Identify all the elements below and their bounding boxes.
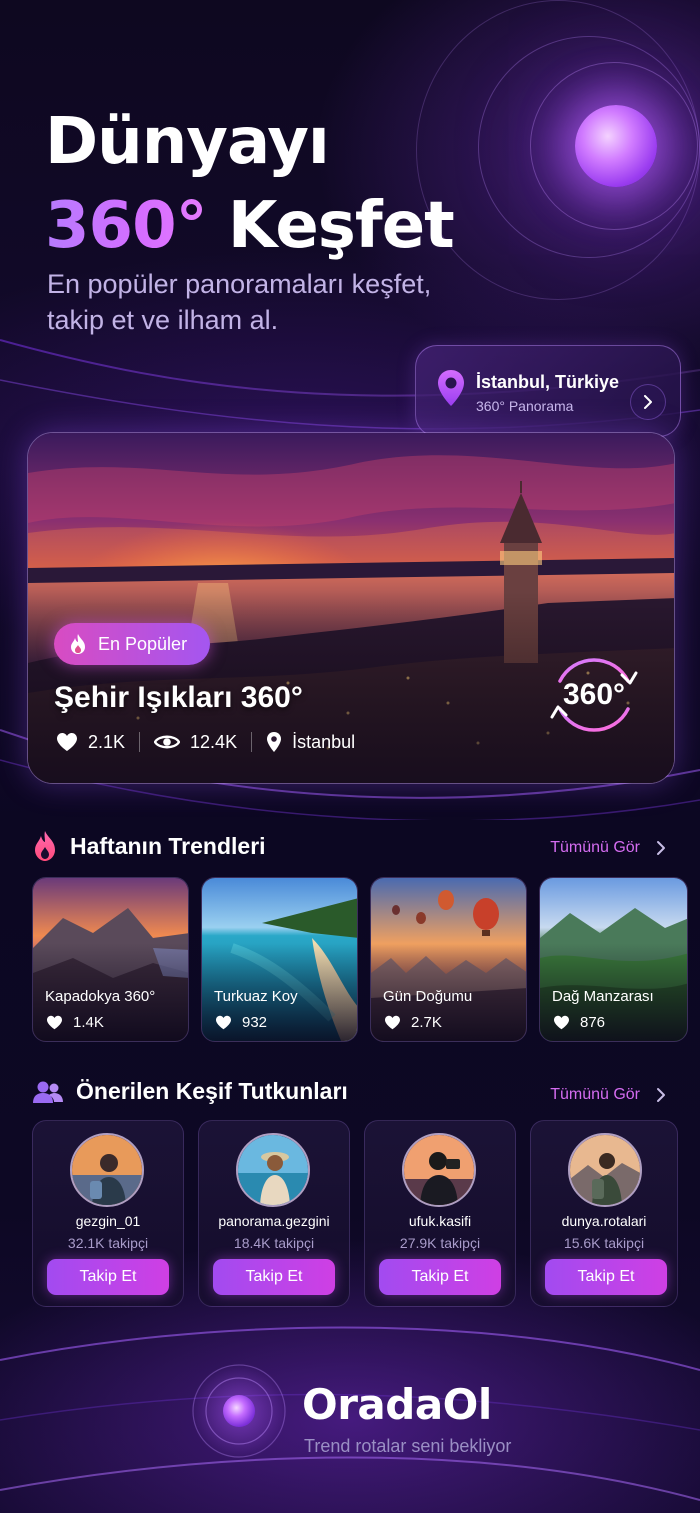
follow-button[interactable]: Takip Et <box>47 1259 169 1295</box>
brand-name: OradaOl <box>302 1380 492 1429</box>
user-card[interactable]: panorama.gezgini 18.4K takipçi Takip Et <box>198 1120 350 1307</box>
hero-title-line1: Dünyayı <box>45 105 330 179</box>
trend-card-cappadocia[interactable]: Kapadokya 360° 1.4K <box>32 877 189 1042</box>
follower-count: 18.4K takipçi <box>233 1235 315 1251</box>
follower-count: 15.6K takipçi <box>563 1235 645 1251</box>
username: dunya.rotalari <box>561 1213 647 1229</box>
users-see-all-link[interactable]: Tümünü Gör <box>550 1086 666 1104</box>
hero-orb <box>575 105 657 187</box>
flame-icon <box>71 634 85 654</box>
trend-name: Kapadokya 360° <box>45 988 156 1005</box>
featured-place: İstanbul <box>292 731 356 752</box>
featured-views: 12.4K <box>190 731 238 752</box>
heart-icon <box>57 733 77 751</box>
trend-likes-count: 1.4K <box>73 1014 104 1031</box>
hero-subtitle: En popüler panoramaları keşfet, takip et… <box>47 269 432 335</box>
follower-count: 32.1K takipçi <box>67 1235 149 1251</box>
users-see-all-label: Tümünü Gör <box>550 1086 640 1103</box>
brand-tagline: Trend rotalar seni bekliyor <box>304 1436 512 1456</box>
brand-logo-icon <box>190 1362 288 1460</box>
hero-title: Dünyayı 360° Keşfet <box>45 100 455 268</box>
users-section-header: Önerilen Keşif Tutkunları <box>32 1078 348 1105</box>
location-card[interactable]: İstanbul, Türkiye 360° Panorama <box>415 345 681 437</box>
location-go-button[interactable] <box>630 384 666 420</box>
chevron-right-icon <box>657 1088 665 1102</box>
view-360-button[interactable]: 360° <box>540 641 648 749</box>
popular-badge-label: En Popüler <box>98 633 188 654</box>
trend-likes: 2.7K <box>384 1014 442 1031</box>
trend-likes: 932 <box>215 1014 267 1031</box>
follow-button[interactable]: Takip Et <box>379 1259 501 1295</box>
heart-icon <box>385 1015 400 1030</box>
hero-title-accent: 360° <box>45 189 208 263</box>
featured-likes: 2.1K <box>88 731 126 752</box>
chevron-right-icon <box>657 841 665 855</box>
trend-name: Turkuaz Koy <box>214 988 298 1005</box>
trend-likes-count: 932 <box>242 1014 268 1031</box>
trend-likes: 1.4K <box>46 1014 104 1031</box>
users-group-icon <box>33 1081 63 1103</box>
users-title: Önerilen Keşif Tutkunları <box>76 1078 348 1104</box>
avatar <box>402 1133 476 1207</box>
flame-icon <box>35 831 55 861</box>
user-card[interactable]: dunya.rotalari 15.6K takipçi Takip Et <box>530 1120 678 1307</box>
trend-name: Gün Doğumu <box>383 988 473 1005</box>
trends-section-header: Haftanın Trendleri <box>32 830 266 862</box>
follow-button[interactable]: Takip Et <box>545 1259 667 1295</box>
follow-button[interactable]: Takip Et <box>213 1259 335 1295</box>
avatar <box>568 1133 642 1207</box>
avatar <box>70 1133 144 1207</box>
trend-name: Dağ Manzarası <box>552 988 654 1005</box>
trend-likes-count: 2.7K <box>411 1014 442 1031</box>
trends-title: Haftanın Trendleri <box>70 832 266 859</box>
follower-count: 27.9K takipçi <box>399 1235 481 1251</box>
trend-card-mountain-view[interactable]: Dağ Manzarası 876 <box>539 877 688 1042</box>
trend-card-turquoise-bay[interactable]: Turkuaz Koy 932 <box>201 877 358 1042</box>
view-360-label: 360° <box>562 678 626 711</box>
eye-icon <box>154 735 181 749</box>
location-pin-icon <box>267 732 282 752</box>
heart-icon <box>216 1015 231 1030</box>
username: gezgin_01 <box>75 1213 141 1229</box>
location-title: İstanbul, Türkiye <box>476 372 620 392</box>
trends-see-all-label: Tümünü Gör <box>550 839 640 856</box>
trends-list: Kapadokya 360° 1.4K Turkuaz Koy 932 Gün … <box>32 877 688 1042</box>
hero-title-rest: Keşfet <box>206 189 455 263</box>
users-list: gezgin_01 32.1K takipçi Takip Et panoram… <box>32 1120 678 1307</box>
featured-stats: 2.1K 12.4K İstanbul <box>56 731 355 753</box>
user-card[interactable]: gezgin_01 32.1K takipçi Takip Et <box>32 1120 184 1307</box>
trend-card-sunrise[interactable]: Gün Doğumu 2.7K <box>370 877 527 1042</box>
username: ufuk.kasifi <box>408 1213 472 1229</box>
location-subtitle: 360° Panorama <box>476 398 574 414</box>
location-pin-icon <box>438 370 464 406</box>
heart-icon <box>554 1015 569 1030</box>
featured-panorama-card[interactable]: En Popüler Şehir Işıkları 360° 2.1K 12.4… <box>27 432 675 784</box>
user-card[interactable]: ufuk.kasifi 27.9K takipçi Takip Et <box>364 1120 516 1307</box>
heart-icon <box>47 1015 62 1030</box>
trend-likes-count: 876 <box>580 1014 606 1031</box>
chevron-right-icon <box>644 395 652 409</box>
stat-divider <box>139 732 141 752</box>
trends-see-all-link[interactable]: Tümünü Gör <box>550 839 666 857</box>
stat-divider <box>251 732 253 752</box>
username: panorama.gezgini <box>218 1213 330 1229</box>
featured-title: Şehir Işıkları 360° <box>54 681 303 714</box>
avatar <box>236 1133 310 1207</box>
trend-likes: 876 <box>553 1014 605 1031</box>
popular-badge: En Popüler <box>54 623 210 665</box>
